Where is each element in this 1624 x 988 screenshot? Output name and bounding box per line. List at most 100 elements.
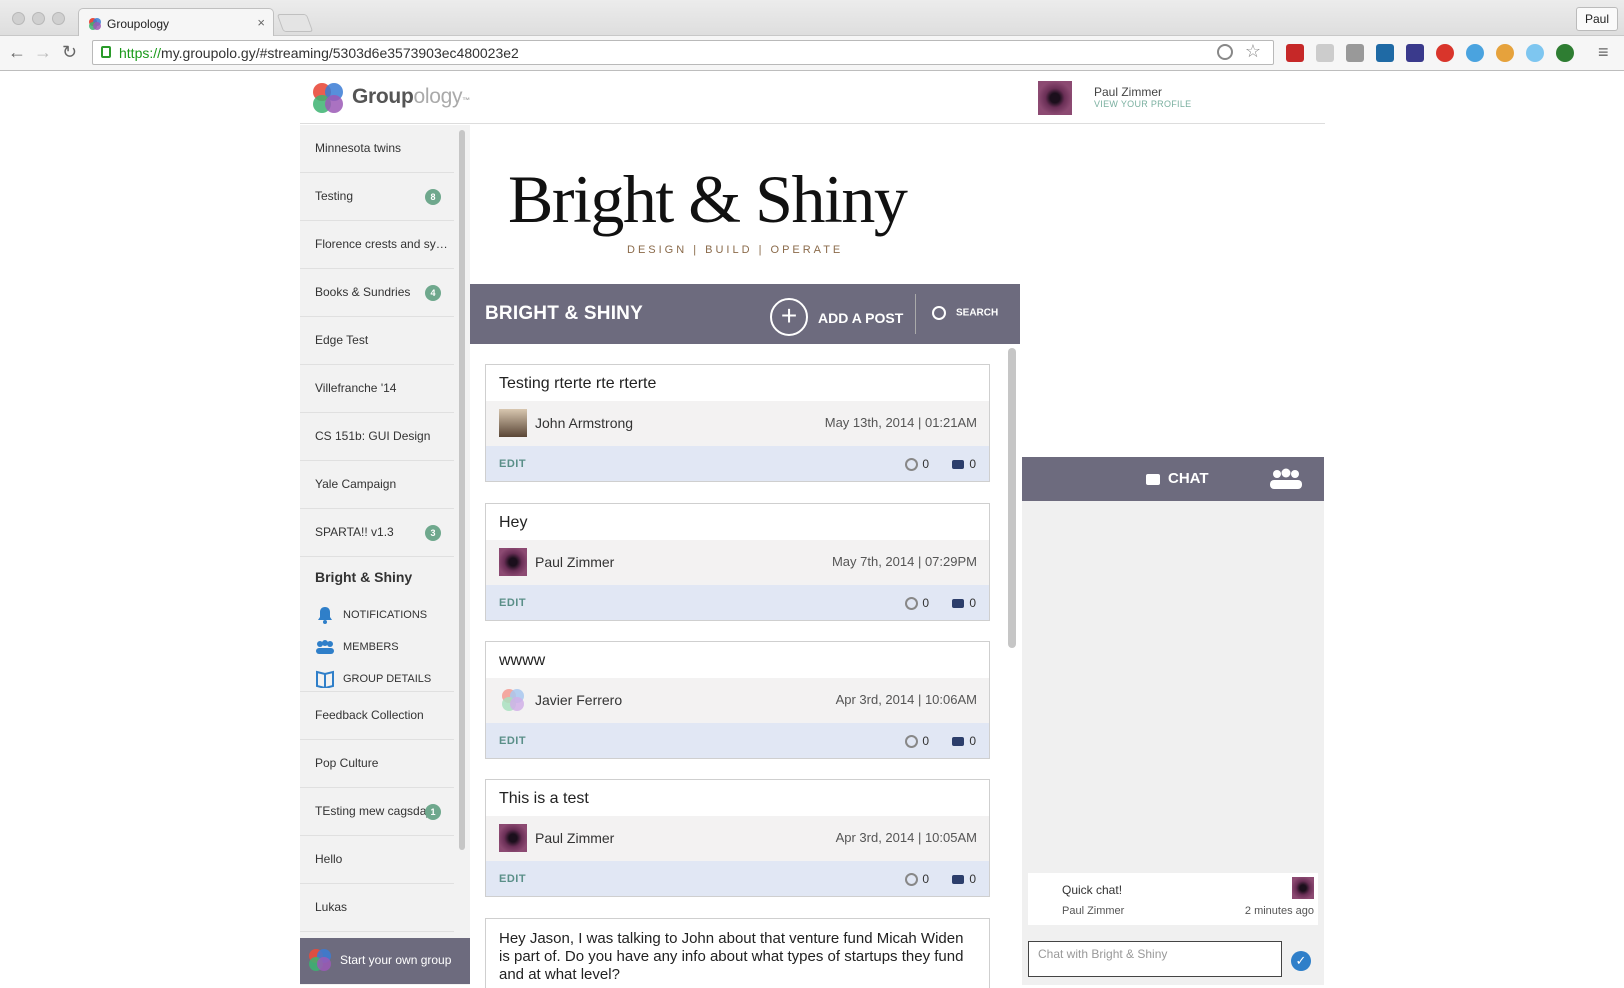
sidebar-item-label: Yale Campaign bbox=[315, 477, 397, 491]
sidebar-notifications-link[interactable]: NOTIFICATIONS bbox=[315, 606, 427, 626]
post-card[interactable]: wwww Javier Ferrero Apr 3rd, 2014 | 10:0… bbox=[485, 641, 990, 759]
sidebar-item-testing-mew[interactable]: TEsting mew cagsdaj 1 bbox=[300, 788, 454, 836]
post-meta: Paul Zimmer May 7th, 2014 | 07:29PM bbox=[486, 540, 989, 585]
sidebar-members-link[interactable]: MEMBERS bbox=[315, 638, 399, 658]
comment-button[interactable]: 0 bbox=[952, 457, 976, 471]
sidebar-item-testing[interactable]: Testing 8 bbox=[300, 173, 454, 221]
close-window-button[interactable] bbox=[12, 12, 25, 25]
browser-menu-icon[interactable]: ≡ bbox=[1598, 42, 1609, 63]
post-author[interactable]: John Armstrong bbox=[535, 415, 633, 431]
comment-button[interactable]: 0 bbox=[952, 734, 976, 748]
like-count: 0 bbox=[922, 872, 929, 886]
post-card[interactable]: Testing rterte rte rterte John Armstrong… bbox=[485, 364, 990, 482]
browser-profile-button[interactable]: Paul bbox=[1575, 7, 1618, 31]
sub-item-label: GROUP DETAILS bbox=[343, 672, 432, 685]
groupology-logo-icon[interactable] bbox=[310, 81, 346, 115]
author-avatar[interactable] bbox=[499, 548, 527, 576]
extension-lastpass-icon[interactable] bbox=[1286, 44, 1304, 62]
extension-snowflake-icon[interactable] bbox=[1526, 44, 1544, 62]
profile-avatar[interactable] bbox=[1038, 81, 1072, 115]
sidebar-item-yale[interactable]: Yale Campaign bbox=[300, 461, 454, 509]
sidebar-item-pop-culture[interactable]: Pop Culture bbox=[300, 740, 454, 788]
extension-s-icon[interactable] bbox=[1376, 44, 1394, 62]
edit-post-button[interactable]: EDIT bbox=[499, 458, 526, 470]
start-group-button[interactable]: Start your own group bbox=[300, 938, 470, 984]
site-header: Groupology™ Paul Zimmer VIEW YOUR PROFIL… bbox=[300, 72, 1325, 124]
author-avatar[interactable] bbox=[499, 824, 527, 852]
sidebar-item-books[interactable]: Books & Sundries 4 bbox=[300, 269, 454, 317]
chat-panel: Quick chat! Paul Zimmer 2 minutes ago Ch… bbox=[1022, 501, 1324, 985]
edit-post-button[interactable]: EDIT bbox=[499, 597, 526, 609]
extension-app-icon[interactable] bbox=[1496, 44, 1514, 62]
extension-notes-icon[interactable] bbox=[1316, 44, 1334, 62]
comment-button[interactable]: 0 bbox=[952, 596, 976, 610]
like-button[interactable]: 0 bbox=[905, 872, 929, 887]
members-icon[interactable] bbox=[1268, 467, 1304, 491]
post-author[interactable]: Javier Ferrero bbox=[535, 692, 622, 708]
minimize-window-button[interactable] bbox=[32, 12, 45, 25]
edit-post-button[interactable]: EDIT bbox=[499, 735, 526, 747]
post-author[interactable]: Paul Zimmer bbox=[535, 554, 614, 570]
chat-header: CHAT bbox=[1022, 457, 1324, 501]
post-date: May 13th, 2014 | 01:21AM bbox=[824, 415, 977, 430]
close-tab-icon[interactable]: × bbox=[257, 15, 265, 30]
sidebar-item-label: Hello bbox=[315, 852, 343, 866]
bookmark-star-icon[interactable]: ☆ bbox=[1245, 41, 1261, 62]
back-icon[interactable]: ← bbox=[8, 42, 26, 63]
post-date: Apr 3rd, 2014 | 10:06AM bbox=[835, 692, 977, 707]
add-post-label: ADD A POST bbox=[818, 310, 904, 326]
post-meta: John Armstrong May 13th, 2014 | 01:21AM bbox=[486, 401, 989, 446]
like-button[interactable]: 0 bbox=[905, 457, 929, 472]
sidebar-item-edge-test[interactable]: Edge Test bbox=[300, 317, 454, 365]
sidebar-item-hello[interactable]: Hello bbox=[300, 836, 454, 884]
extension-adblock-icon[interactable] bbox=[1436, 44, 1454, 62]
edit-post-button[interactable]: EDIT bbox=[499, 873, 526, 885]
chat-tab[interactable]: CHAT bbox=[1146, 470, 1209, 487]
post-card[interactable]: Hey Jason, I was talking to John about t… bbox=[485, 918, 990, 988]
sidebar-item-label: Villefranche '14 bbox=[315, 381, 397, 395]
extension-eye-icon[interactable] bbox=[1556, 44, 1574, 62]
chat-input[interactable]: Chat with Bright & Shiny bbox=[1028, 941, 1282, 977]
sidebar-item-feedback[interactable]: Feedback Collection bbox=[300, 692, 454, 740]
view-profile-link[interactable]: VIEW YOUR PROFILE bbox=[1094, 99, 1191, 109]
sidebar-item-sparta[interactable]: SPARTA!! v1.3 3 bbox=[300, 509, 454, 557]
chat-message-text: Quick chat! bbox=[1062, 883, 1123, 897]
post-card[interactable]: This is a test Paul Zimmer Apr 3rd, 2014… bbox=[485, 779, 990, 897]
extension-image-icon[interactable] bbox=[1406, 44, 1424, 62]
send-chat-button[interactable]: ✓ bbox=[1291, 951, 1311, 971]
post-date: Apr 3rd, 2014 | 10:05AM bbox=[835, 830, 977, 845]
location-icon[interactable] bbox=[1217, 44, 1233, 60]
author-avatar[interactable] bbox=[499, 409, 527, 437]
posts-scrollbar[interactable] bbox=[1008, 348, 1016, 648]
sidebar-group-details-link[interactable]: GROUP DETAILS bbox=[315, 670, 431, 690]
sidebar-item-florence[interactable]: Florence crests and sy… bbox=[300, 221, 454, 269]
author-avatar[interactable] bbox=[499, 686, 527, 714]
post-card[interactable]: Hey Paul Zimmer May 7th, 2014 | 07:29PM … bbox=[485, 503, 990, 621]
sidebar-item-label: Minnesota twins bbox=[315, 141, 402, 155]
sidebar-item-label: SPARTA!! v1.3 bbox=[315, 525, 394, 539]
post-meta: Paul Zimmer Apr 3rd, 2014 | 10:05AM bbox=[486, 816, 989, 861]
address-bar[interactable]: https://my.groupolo.gy/#streaming/5303d6… bbox=[92, 40, 1274, 65]
extension-cloud-icon[interactable] bbox=[1466, 44, 1484, 62]
logo-wordmark[interactable]: Groupology™ bbox=[352, 85, 470, 109]
sidebar-item-minnesota-twins[interactable]: Minnesota twins bbox=[300, 125, 454, 173]
sidebar-item-villefranche[interactable]: Villefranche '14 bbox=[300, 365, 454, 413]
forward-icon[interactable]: → bbox=[34, 42, 52, 63]
like-button[interactable]: 0 bbox=[905, 734, 929, 749]
reload-icon[interactable]: ↻ bbox=[62, 42, 77, 63]
zoom-window-button[interactable] bbox=[52, 12, 65, 25]
sidebar-item-label: CS 151b: GUI Design bbox=[315, 429, 431, 443]
browser-tab[interactable]: Groupology × bbox=[78, 8, 274, 37]
search-button[interactable]: SEARCH bbox=[932, 306, 998, 320]
comment-count: 0 bbox=[969, 457, 976, 471]
new-tab-button[interactable] bbox=[276, 14, 314, 32]
sidebar-item-lukas[interactable]: Lukas bbox=[300, 884, 454, 932]
sidebar-item-cs151b[interactable]: CS 151b: GUI Design bbox=[300, 413, 454, 461]
comment-button[interactable]: 0 bbox=[952, 872, 976, 886]
extension-cast-icon[interactable] bbox=[1346, 44, 1364, 62]
active-group-title[interactable]: Bright & Shiny bbox=[315, 569, 412, 585]
like-button[interactable]: 0 bbox=[905, 596, 929, 611]
post-meta: Javier Ferrero Apr 3rd, 2014 | 10:06AM bbox=[486, 678, 989, 723]
post-author[interactable]: Paul Zimmer bbox=[535, 830, 614, 846]
sidebar-scrollbar[interactable] bbox=[459, 130, 465, 850]
